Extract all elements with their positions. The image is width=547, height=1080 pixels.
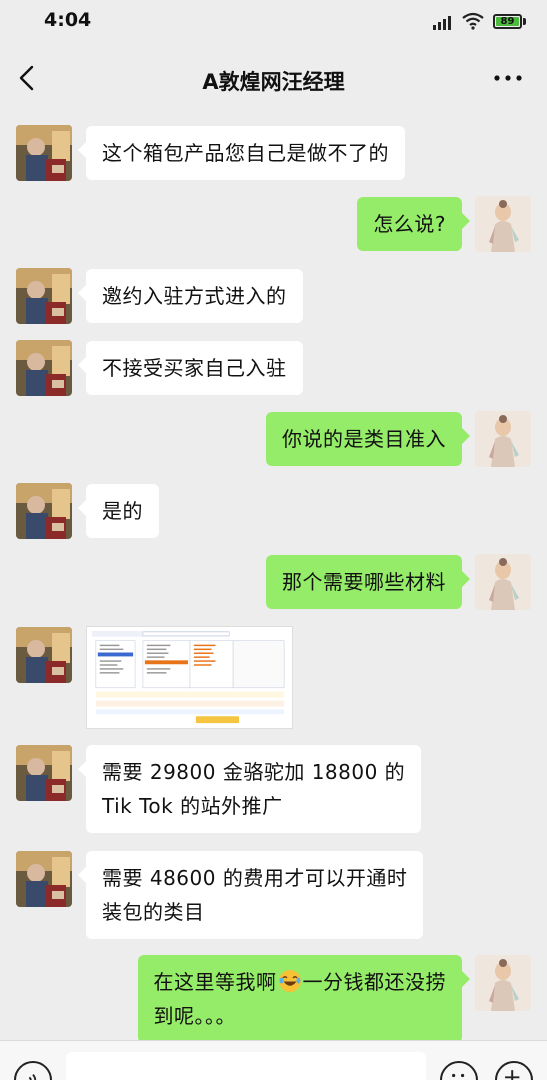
chat-title: A敦煌网汪经理 [202,70,345,94]
contact-avatar[interactable] [16,125,72,181]
message-line: 到呢。。。 [153,1004,236,1028]
contact-avatar[interactable] [16,627,72,683]
status-time: 4:04 [44,9,92,31]
voice-icon[interactable] [14,1061,52,1080]
message-text: 在这里等我啊 [153,970,277,994]
message-line: 在这里等我啊 一分钱都还没捞 [154,965,447,999]
message-text: 一分钱都还没捞 [302,970,446,994]
message-line: 装包的类目 [102,900,205,924]
signal-icon [433,16,451,30]
more-icon[interactable] [492,73,524,83]
self-avatar[interactable] [475,196,531,252]
message-line: 需要 29800 金骆驼加 18800 的 [102,760,406,784]
message-bubble-incoming[interactable]: 邀约入驻方式进入的 [78,269,303,323]
contact-avatar[interactable] [16,745,72,801]
message-bubble-incoming[interactable]: 需要 29800 金骆驼加 18800 的 Tik Tok 的站外推广 [77,745,422,833]
contact-avatar[interactable] [16,851,72,907]
battery-icon: 89 [493,14,522,29]
message-bubble-incoming[interactable]: 这个箱包产品您自己是做不了的 [78,126,405,180]
input-bar [0,1040,547,1080]
laughing-emoji-icon [278,970,301,992]
contact-avatar[interactable] [16,340,72,396]
message-bubble-incoming[interactable]: 不接受买家自己入驻 [78,341,303,395]
self-avatar[interactable] [475,554,531,610]
message-bubble-incoming[interactable]: 是的 [78,484,159,538]
screenshot-image-message[interactable] [86,626,293,729]
emoji-icon[interactable] [440,1061,478,1080]
nav-bar: A敦煌网汪经理 [0,46,547,112]
message-bubble-incoming[interactable]: 需要 48600 的费用才可以开通时 装包的类目 [77,851,424,939]
self-avatar[interactable] [475,955,531,1011]
message-line: Tik Tok 的站外推广 [102,794,283,818]
status-bar: 4:04 89 [0,0,547,46]
message-input[interactable] [66,1052,426,1080]
message-bubble-outgoing[interactable]: 那个需要哪些材料 [266,555,470,609]
plus-icon[interactable] [495,1061,533,1080]
message-bubble-outgoing[interactable]: 怎么说? [357,197,470,251]
self-avatar[interactable] [475,411,531,467]
wifi-icon [462,12,484,30]
message-bubble-outgoing[interactable]: 你说的是类目准入 [266,412,470,466]
back-icon[interactable] [14,62,42,94]
message-line: 需要 48600 的费用才可以开通时 [102,866,408,890]
battery-nub [523,18,526,25]
contact-avatar[interactable] [16,483,72,539]
battery-level: 89 [500,15,515,27]
message-bubble-outgoing[interactable]: 在这里等我啊 一分钱都还没捞 到呢。。。 [137,955,470,1043]
contact-avatar[interactable] [16,268,72,324]
